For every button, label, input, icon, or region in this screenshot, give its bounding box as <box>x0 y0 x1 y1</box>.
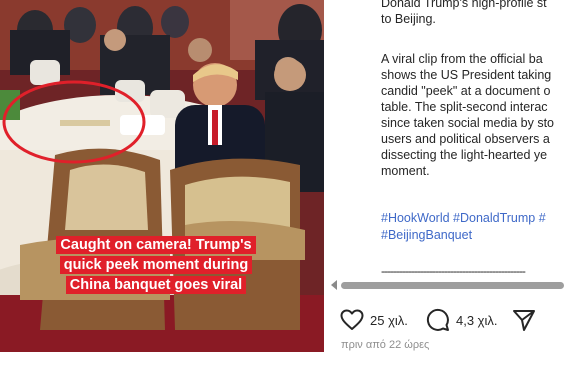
comment-count: 4,3 χιλ. <box>456 312 498 328</box>
banquet-scene-image <box>0 0 324 352</box>
scroll-left-arrow-icon[interactable] <box>331 280 337 290</box>
caption-divider: ----------------------------------------… <box>381 264 526 278</box>
video-caption-overlay: Caught on camera! Trump's quick peek mom… <box>42 236 270 296</box>
post-actions: 25 χιλ. 4,3 χιλ. <box>340 307 564 333</box>
post-video[interactable]: Caught on camera! Trump's quick peek mom… <box>0 0 324 352</box>
like-button[interactable]: 25 χιλ. <box>340 307 408 333</box>
comment-icon <box>426 308 449 331</box>
scrollbar-thumb[interactable] <box>341 282 564 289</box>
caption-paragraph: Donald Trump's high-profile st to Beijin… <box>381 0 547 26</box>
heart-icon <box>340 309 364 330</box>
post-caption: Donald Trump's high-profile st to Beijin… <box>331 0 564 292</box>
caption-paragraph: A viral clip from the official ba shows … <box>381 52 555 178</box>
share-icon <box>513 310 535 331</box>
caption-line: Caught on camera! Trump's <box>56 236 256 254</box>
horizontal-scrollbar[interactable] <box>331 279 564 291</box>
share-button[interactable] <box>512 307 536 333</box>
hashtag-links[interactable]: #HookWorld #DonaldTrump # #BeijingBanque… <box>381 210 564 244</box>
comment-button[interactable]: 4,3 χιλ. <box>426 307 498 333</box>
social-post: Caught on camera! Trump's quick peek mom… <box>0 0 564 371</box>
caption-line: quick peek moment during <box>59 256 253 274</box>
like-count: 25 χιλ. <box>370 312 408 328</box>
caption-line: China banquet goes viral <box>65 276 247 294</box>
post-timestamp: πριν από 22 ώρες <box>341 339 430 351</box>
